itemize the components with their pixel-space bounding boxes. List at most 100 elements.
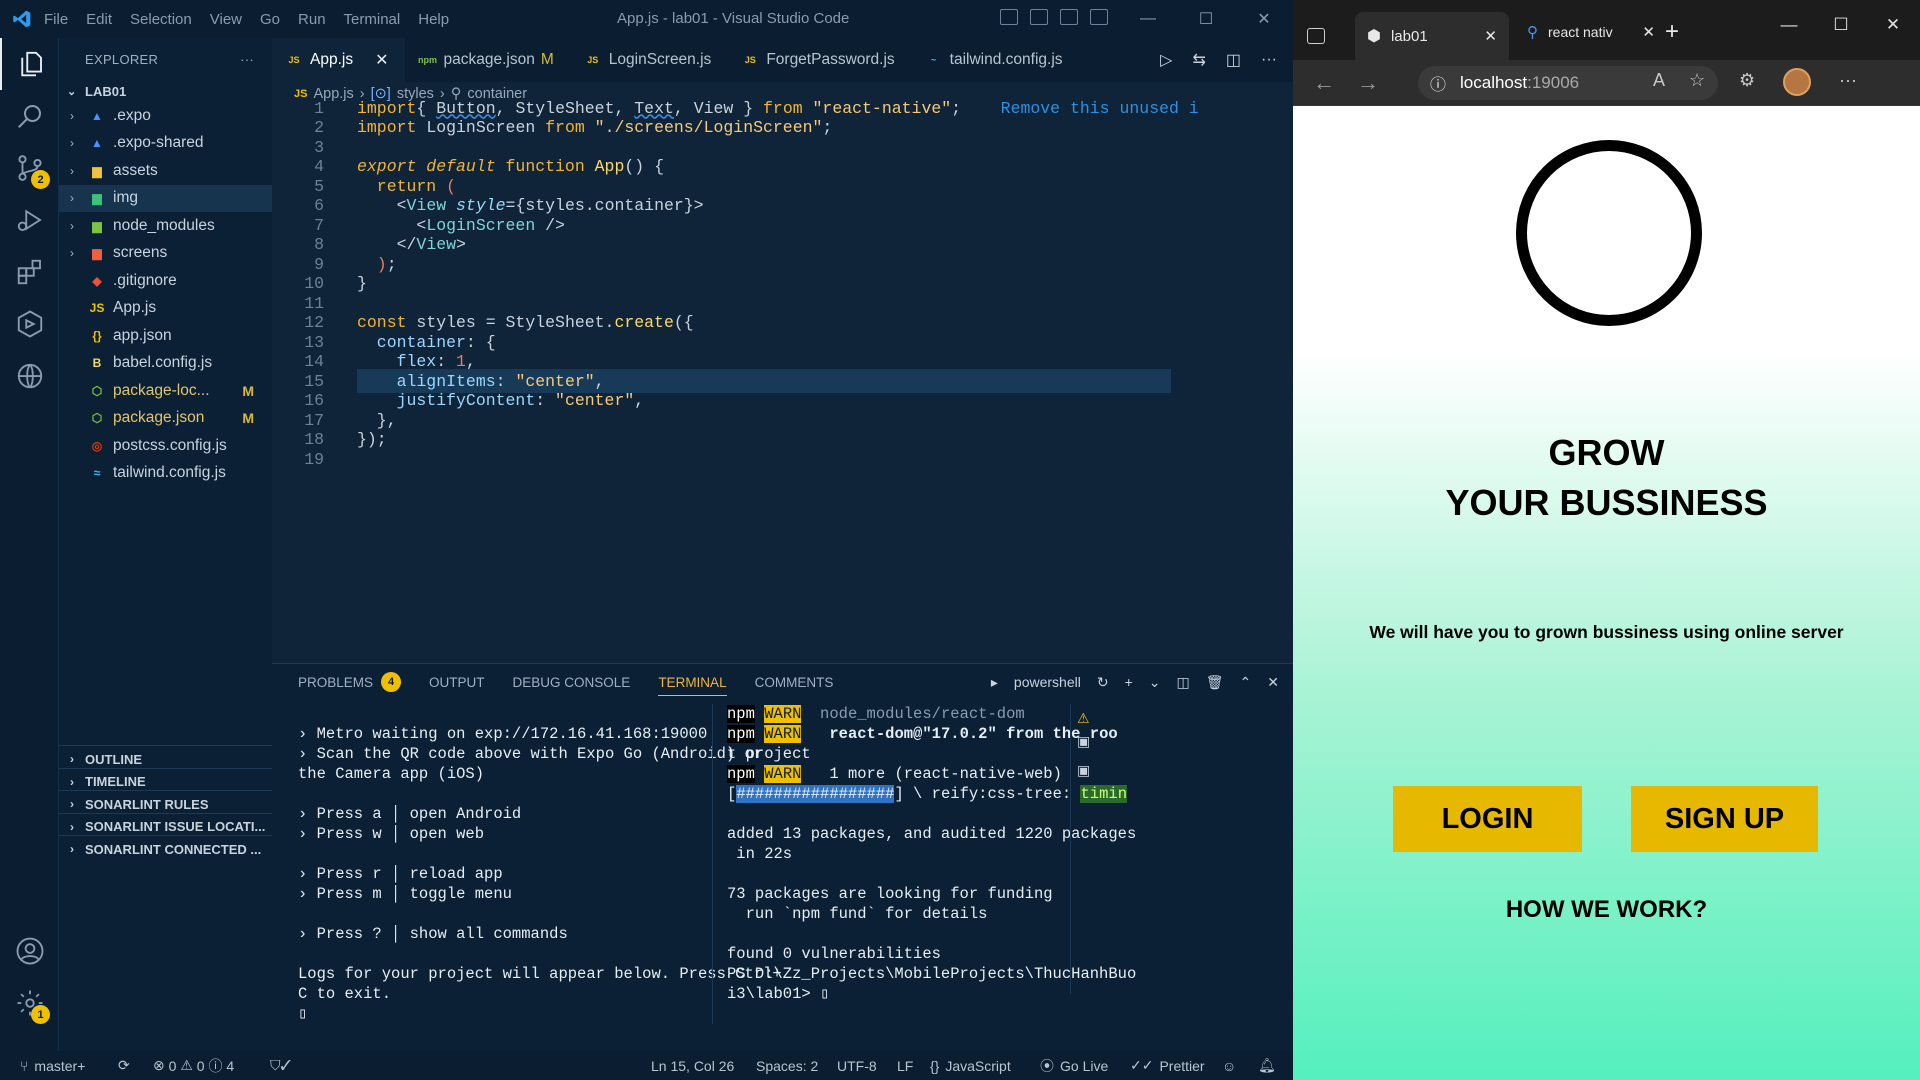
- split-terminal-icon[interactable]: ◫: [1177, 674, 1190, 691]
- new-tab-icon[interactable]: +: [1665, 12, 1695, 52]
- menu-run[interactable]: Run: [298, 11, 326, 28]
- run-debug-icon[interactable]: [0, 194, 59, 246]
- login-button[interactable]: LOGIN: [1393, 786, 1582, 852]
- maximize-icon[interactable]: ☐: [1815, 0, 1867, 50]
- menu-view[interactable]: View: [210, 11, 242, 28]
- tree-item-packageloc[interactable]: ⬡ package-loc... M: [59, 377, 272, 405]
- open-changes-icon[interactable]: ⇆: [1192, 50, 1205, 70]
- tree-item-postcssconfigjs[interactable]: ◎ postcss.config.js: [59, 432, 272, 460]
- menu-file[interactable]: File: [44, 11, 68, 28]
- how-we-work-link[interactable]: HOW WE WORK?: [1293, 896, 1920, 924]
- split-editor-icon[interactable]: ◫: [1226, 50, 1241, 70]
- line-ending[interactable]: LF: [897, 1051, 913, 1080]
- address-bar[interactable]: ⓘ localhost:19006: [1418, 66, 1718, 100]
- project-root[interactable]: ⌄ LAB01: [59, 80, 272, 102]
- close-icon[interactable]: ✕: [1235, 0, 1293, 38]
- language-mode[interactable]: {} JavaScript: [930, 1051, 1011, 1080]
- favorites-add-icon[interactable]: ☆: [1689, 70, 1705, 91]
- new-terminal-icon[interactable]: +: [1125, 674, 1133, 690]
- browser-tab-search[interactable]: ⚲ react nativ ✕: [1515, 12, 1655, 52]
- chevron-down-icon[interactable]: ⌄: [1149, 674, 1161, 691]
- relaunch-icon[interactable]: ↻: [1097, 674, 1109, 691]
- warning-icon[interactable]: ⚠: [1071, 704, 1100, 727]
- maximize-panel-icon[interactable]: ⌃: [1240, 674, 1252, 691]
- branch-indicator[interactable]: ⑂ master+: [20, 1051, 85, 1080]
- menu-selection[interactable]: Selection: [130, 11, 192, 28]
- tree-item-assets[interactable]: › ▆ assets: [59, 157, 272, 185]
- encoding[interactable]: UTF-8: [837, 1051, 877, 1080]
- tree-item-packagejson[interactable]: ⬡ package.json M: [59, 405, 272, 433]
- info-icon[interactable]: ⓘ: [1430, 71, 1446, 95]
- read-aloud-icon[interactable]: A: [1653, 70, 1665, 91]
- section-sonarlint[interactable]: › SONARLINT CONNECTED ...: [59, 835, 272, 863]
- terminal-npm[interactable]: npm WARN node_modules/react-dom npm WARN …: [712, 704, 1136, 1024]
- cursor-position[interactable]: Ln 15, Col 26: [651, 1051, 734, 1080]
- signup-button[interactable]: SIGN UP: [1631, 786, 1818, 852]
- tree-item-expo[interactable]: › ▲ .expo: [59, 102, 272, 130]
- forward-icon[interactable]: →: [1357, 70, 1379, 96]
- shield-check-icon[interactable]: ⛉✓: [270, 1051, 291, 1080]
- tree-item-exposhared[interactable]: › ▲ .expo-shared: [59, 130, 272, 158]
- back-icon[interactable]: ←: [1313, 70, 1335, 96]
- trash-icon[interactable]: 🗑: [1206, 674, 1224, 691]
- terminal-shell-label[interactable]: powershell: [1014, 674, 1081, 690]
- tab-packagejson[interactable]: npm package.json M: [406, 38, 571, 82]
- tab-close-icon[interactable]: ✕: [1484, 27, 1497, 45]
- close-icon[interactable]: ✕: [1867, 0, 1919, 50]
- customize-layout-icon[interactable]: [1090, 9, 1108, 25]
- maximize-icon[interactable]: ☐: [1177, 0, 1235, 38]
- sonarlint-icon[interactable]: [0, 350, 59, 402]
- menu-go[interactable]: Go: [260, 11, 280, 28]
- terminal-instance-icon[interactable]: ▣: [1071, 756, 1100, 785]
- tab-actions-icon[interactable]: [1307, 16, 1337, 56]
- tree-item-appjs[interactable]: JS App.js: [59, 295, 272, 323]
- toggle-panel-icon[interactable]: [1030, 9, 1048, 25]
- tab-tailwindconfigjs[interactable]: ~ tailwind.config.js: [912, 38, 1080, 82]
- notifications-bell-icon[interactable]: 🔔︎: [1258, 1051, 1276, 1080]
- explorer-icon[interactable]: [0, 38, 59, 90]
- panel-tab-debug-console[interactable]: DEBUG CONSOLE: [513, 664, 631, 700]
- run-icon[interactable]: ▷: [1160, 50, 1172, 70]
- explorer-more-button[interactable]: ···: [240, 52, 254, 67]
- problems-summary[interactable]: ⊗ 0 ⚠ 0 ⓘ 4: [153, 1051, 234, 1080]
- extensions-icon[interactable]: [0, 246, 59, 298]
- panel-tab-problems[interactable]: PROBLEMS 4: [298, 664, 402, 700]
- minimize-icon[interactable]: —: [1763, 0, 1815, 50]
- browser-tab-lab01[interactable]: ⬢ lab01 ✕: [1355, 12, 1509, 60]
- panel-tab-terminal[interactable]: TERMINAL: [658, 664, 727, 700]
- panel-tab-comments[interactable]: COMMENTS: [755, 664, 834, 700]
- toggle-sidebar-icon[interactable]: [1000, 9, 1018, 25]
- menu-edit[interactable]: Edit: [86, 11, 112, 28]
- panel-tab-output[interactable]: OUTPUT: [429, 664, 485, 700]
- search-icon[interactable]: [0, 90, 59, 142]
- settings-gear-icon[interactable]: 1: [0, 977, 59, 1029]
- tree-item-appjson[interactable]: {} app.json: [59, 322, 272, 350]
- sync-icon[interactable]: ⟳: [118, 1051, 130, 1080]
- tab-loginscreenjs[interactable]: JS LoginScreen.js: [571, 38, 729, 82]
- toggle-secondary-sidebar-icon[interactable]: [1060, 9, 1078, 25]
- tab-appjs[interactable]: JS App.js ✕: [272, 38, 406, 82]
- minimize-icon[interactable]: —: [1119, 0, 1177, 38]
- tree-item-gitignore[interactable]: ◆ .gitignore: [59, 267, 272, 295]
- settings-more-icon[interactable]: ···: [1839, 70, 1857, 91]
- tree-item-tailwindconfigjs[interactable]: ≈ tailwind.config.js: [59, 460, 272, 488]
- menu-terminal[interactable]: Terminal: [344, 11, 401, 28]
- menu-help[interactable]: Help: [418, 11, 449, 28]
- prettier-status[interactable]: ✓✓ Prettier: [1130, 1051, 1205, 1080]
- terminal-instance-icon[interactable]: ▣: [1071, 727, 1100, 756]
- tree-item-babelconfigjs[interactable]: Bbabel.config.js: [59, 350, 272, 378]
- go-live-button[interactable]: ⦿ Go Live: [1040, 1051, 1108, 1080]
- source-control-icon[interactable]: 2: [0, 142, 59, 194]
- feedback-icon[interactable]: ☺: [1222, 1051, 1236, 1080]
- account-icon[interactable]: [0, 925, 59, 977]
- tab-forgetpasswordjs[interactable]: JS ForgetPassword.js: [728, 38, 912, 82]
- tree-item-nodemodules[interactable]: › ▆ node_modules: [59, 212, 272, 240]
- close-panel-icon[interactable]: ✕: [1267, 674, 1279, 691]
- tree-item-screens[interactable]: › ▆ screens: [59, 240, 272, 268]
- code-editor[interactable]: 1 import{ Button, StyleSheet, Text, View …: [272, 99, 1293, 663]
- indentation[interactable]: Spaces: 2: [756, 1051, 818, 1080]
- remote-explorer-icon[interactable]: [0, 298, 59, 350]
- tab-close-icon[interactable]: ✕: [1642, 23, 1655, 41]
- more-actions-icon[interactable]: ···: [1261, 51, 1277, 69]
- extensions-icon[interactable]: ⚙: [1739, 70, 1755, 91]
